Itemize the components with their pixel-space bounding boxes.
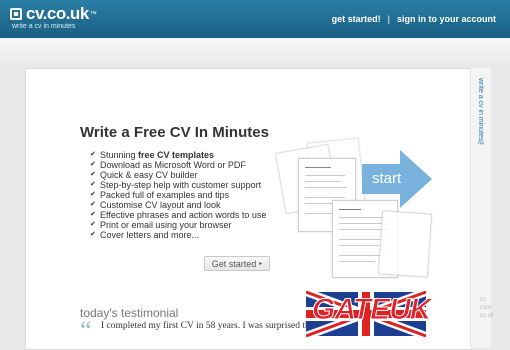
sub-header-strip	[0, 38, 510, 66]
feature-item: Print or email using your browser	[90, 220, 266, 230]
feature-item: Step-by-step help with customer support	[90, 180, 266, 190]
feature-item: Quick & easy CV builder	[90, 170, 266, 180]
header-nav: get started! | sign in to your account	[332, 14, 496, 24]
feature-text: Cover letters and more...	[100, 230, 200, 240]
testimonial-heading: today's testimonial	[80, 306, 179, 320]
watermark-logo: GATEUK	[311, 293, 431, 327]
get-started-button-label: Get started	[211, 258, 257, 269]
watermark-domains: .co .com .co.uk	[478, 297, 495, 319]
cv-document-preview	[377, 210, 433, 278]
get-started-button[interactable]: Get started ▸	[204, 256, 270, 271]
top-header-bar: cv.co.uk ™ write a cv in minutes get sta…	[0, 0, 510, 38]
feature-item: Stunning free CV templates	[90, 150, 266, 160]
feature-item: Cover letters and more...	[90, 230, 266, 240]
feature-text: Customise CV layout and look	[100, 200, 221, 210]
sign-in-link[interactable]: sign in to your account	[397, 14, 496, 24]
side-tab-label: write a cv in minutes™	[477, 78, 484, 149]
logo-text: cv.co.uk	[26, 4, 89, 23]
site-logo[interactable]: cv.co.uk ™ write a cv in minutes	[10, 4, 97, 30]
logo-icon	[10, 8, 22, 20]
feature-text: Step-by-step help with customer support	[100, 180, 262, 190]
get-started-link[interactable]: get started!	[332, 14, 381, 24]
logo-trademark: ™	[89, 10, 97, 18]
logo-tagline: write a cv in minutes	[12, 23, 76, 30]
caret-right-icon: ▸	[259, 261, 263, 267]
feature-text: Print or email using your browser	[100, 220, 232, 230]
page-headline: Write a Free CV In Minutes	[80, 124, 269, 141]
feature-item: Customise CV layout and look	[90, 200, 266, 210]
feature-text: Stunning	[100, 150, 139, 160]
feature-text: Packed full of examples and tips	[100, 190, 230, 200]
feature-bold-text: free CV templates	[138, 150, 215, 160]
quote-icon: “	[80, 316, 92, 345]
feature-text: Effective phrases and action words to us…	[100, 210, 267, 220]
feature-item: Download as Microsoft Word or PDF	[90, 160, 266, 170]
feature-item: Effective phrases and action words to us…	[90, 210, 266, 220]
nav-separator: |	[387, 14, 390, 24]
feature-list: Stunning free CV templates Download as M…	[90, 150, 266, 240]
feature-text: Quick & easy CV builder	[100, 170, 198, 180]
feature-text: Download as Microsoft Word or PDF	[100, 160, 246, 170]
feature-item: Packed full of examples and tips	[90, 190, 266, 200]
start-label: start	[372, 170, 402, 187]
